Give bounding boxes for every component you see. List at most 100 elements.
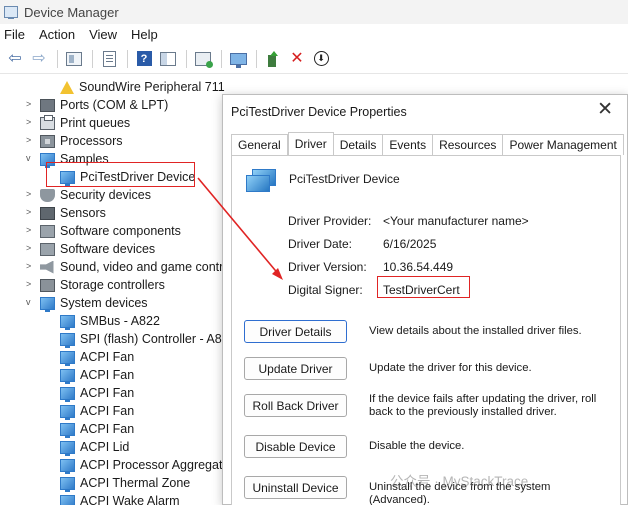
chevron-right-icon[interactable]: >	[26, 225, 31, 235]
monitor-icon	[229, 52, 247, 68]
tab-driver[interactable]: Driver	[287, 132, 334, 155]
download-arrow-icon: ⬇	[313, 51, 329, 66]
close-button[interactable]: ✕	[597, 100, 613, 119]
action-pane-button[interactable]	[157, 48, 179, 70]
add-legacy-hardware-button[interactable]	[227, 48, 249, 70]
toolbar-separator	[92, 49, 93, 68]
chevron-right-icon[interactable]: >	[26, 117, 31, 127]
chevron-right-icon[interactable]: >	[26, 189, 31, 199]
tree-item-acpi-thermal-zone[interactable]: ACPI Thermal Zone	[60, 474, 190, 492]
chevron-down-icon[interactable]: v	[26, 153, 31, 163]
driver-provider-label: Driver Provider:	[288, 214, 372, 228]
speaker-icon	[40, 260, 54, 274]
menu-view[interactable]: View	[89, 27, 117, 42]
disable-device-button[interactable]: Disable Device	[244, 435, 347, 458]
monitor-icon	[60, 458, 75, 474]
driver-version-value: 10.36.54.449	[383, 260, 454, 274]
toolbar-separator	[221, 49, 222, 68]
enable-device-icon	[266, 50, 280, 67]
tree-item-sensors[interactable]: > Sensors	[26, 204, 106, 222]
update-driver-button[interactable]: ⬇	[310, 48, 332, 70]
tree-item-acpi-fan[interactable]: ACPI Fan	[60, 402, 134, 420]
chevron-right-icon[interactable]: >	[26, 243, 31, 253]
tree-item-soundwire[interactable]: SoundWire Peripheral 711	[60, 78, 225, 96]
tree-item-acpi-fan[interactable]: ACPI Fan	[60, 348, 134, 366]
tree-item-acpi-lid[interactable]: ACPI Lid	[60, 438, 129, 456]
tree-item-acpi-processor-aggregator[interactable]: ACPI Processor Aggregator	[60, 456, 234, 474]
tree-item-label: ACPI Fan	[80, 350, 135, 364]
properties-dialog: PciTestDriver Device Properties ✕ Genera…	[222, 94, 628, 505]
properties-button[interactable]	[98, 48, 120, 70]
tree-item-label: Software devices	[60, 242, 156, 256]
tab-power-management[interactable]: Power Management	[503, 134, 624, 155]
show-hide-console-tree-button[interactable]	[63, 48, 85, 70]
title-bar: Device Manager	[0, 0, 628, 24]
monitor-icon	[60, 494, 75, 505]
monitor-icon	[40, 296, 55, 312]
scan-hardware-button[interactable]	[192, 48, 214, 70]
enable-device-button[interactable]	[262, 48, 284, 70]
warning-icon	[60, 80, 74, 94]
forward-button[interactable]: ⇨	[28, 48, 50, 70]
menu-help[interactable]: Help	[131, 27, 158, 42]
driver-details-button[interactable]: Driver Details	[244, 320, 347, 343]
uninstall-device-button[interactable]: ✕	[286, 48, 308, 70]
roll-back-driver-button[interactable]: Roll Back Driver	[244, 394, 347, 417]
tree-item-system-devices[interactable]: v System devices	[26, 294, 148, 312]
menu-file[interactable]: File	[4, 27, 25, 42]
window-title: Device Manager	[24, 4, 119, 20]
menu-action[interactable]: Action	[39, 27, 75, 42]
tree-item-label: Storage controllers	[60, 278, 165, 292]
tree-item-software-components[interactable]: > Software components	[26, 222, 181, 240]
tab-details[interactable]: Details	[333, 134, 384, 155]
monitor-icon	[60, 368, 75, 384]
tree-item-label: Sensors	[60, 206, 106, 220]
tree-item-label: ACPI Fan	[80, 368, 135, 382]
tree-item-acpi-fan[interactable]: ACPI Fan	[60, 366, 134, 384]
tree-item-ports[interactable]: > Ports (COM & LPT)	[26, 96, 168, 114]
properties-icon	[102, 50, 116, 67]
monitor-icon	[60, 440, 75, 456]
tree-item-spi-controller[interactable]: SPI (flash) Controller - A823	[60, 330, 236, 348]
chevron-right-icon[interactable]: >	[26, 99, 31, 109]
device-manager-icon	[4, 6, 18, 19]
scan-hardware-icon	[195, 51, 213, 68]
red-x-icon: ✕	[290, 49, 304, 67]
toolbar-separator	[127, 49, 128, 68]
tree-item-software-devices[interactable]: > Software devices	[26, 240, 156, 258]
tree-item-security-devices[interactable]: > Security devices	[26, 186, 151, 204]
tree-item-acpi-wake-alarm[interactable]: ACPI Wake Alarm	[60, 492, 180, 505]
chevron-right-icon[interactable]: >	[26, 279, 31, 289]
tree-item-label: SMBus - A822	[80, 314, 160, 328]
help-button[interactable]: ?	[133, 48, 155, 70]
tab-events[interactable]: Events	[383, 134, 434, 155]
chevron-right-icon[interactable]: >	[26, 135, 31, 145]
chevron-right-icon[interactable]: >	[26, 207, 31, 217]
printer-icon	[40, 114, 55, 130]
chevron-down-icon[interactable]: v	[26, 297, 31, 307]
monitor-icon	[60, 476, 75, 492]
tree-item-processors[interactable]: > Processors	[26, 132, 123, 150]
tree-item-label: SoundWire Peripheral 711	[79, 80, 225, 94]
component-icon	[40, 242, 55, 256]
chevron-right-icon[interactable]: >	[26, 261, 31, 271]
tab-general[interactable]: General	[231, 134, 288, 155]
forward-arrow-icon: ⇨	[32, 49, 46, 67]
roll-back-driver-description: If the device fails after updating the d…	[369, 393, 597, 418]
monitor-icon	[60, 350, 75, 366]
tree-item-label: SPI (flash) Controller - A823	[80, 332, 236, 346]
tree-item-label: ACPI Wake Alarm	[80, 494, 180, 505]
driver-date-value: 6/16/2025	[383, 237, 437, 251]
tree-item-acpi-fan[interactable]: ACPI Fan	[60, 384, 134, 402]
uninstall-device-button[interactable]: Uninstall Device	[244, 476, 347, 499]
tree-item-acpi-fan[interactable]: ACPI Fan	[60, 420, 134, 438]
monitor-front-shape	[246, 175, 270, 192]
tab-resources[interactable]: Resources	[433, 134, 504, 155]
back-button[interactable]: ⇦	[4, 48, 26, 70]
tree-item-smbus[interactable]: SMBus - A822	[60, 312, 160, 330]
update-driver-button[interactable]: Update Driver	[244, 357, 347, 380]
tree-item-label: ACPI Fan	[80, 386, 135, 400]
tree-item-label: ACPI Fan	[80, 404, 135, 418]
tree-item-print-queues[interactable]: > Print queues	[26, 114, 130, 132]
tree-item-storage-controllers[interactable]: > Storage controllers	[26, 276, 165, 294]
